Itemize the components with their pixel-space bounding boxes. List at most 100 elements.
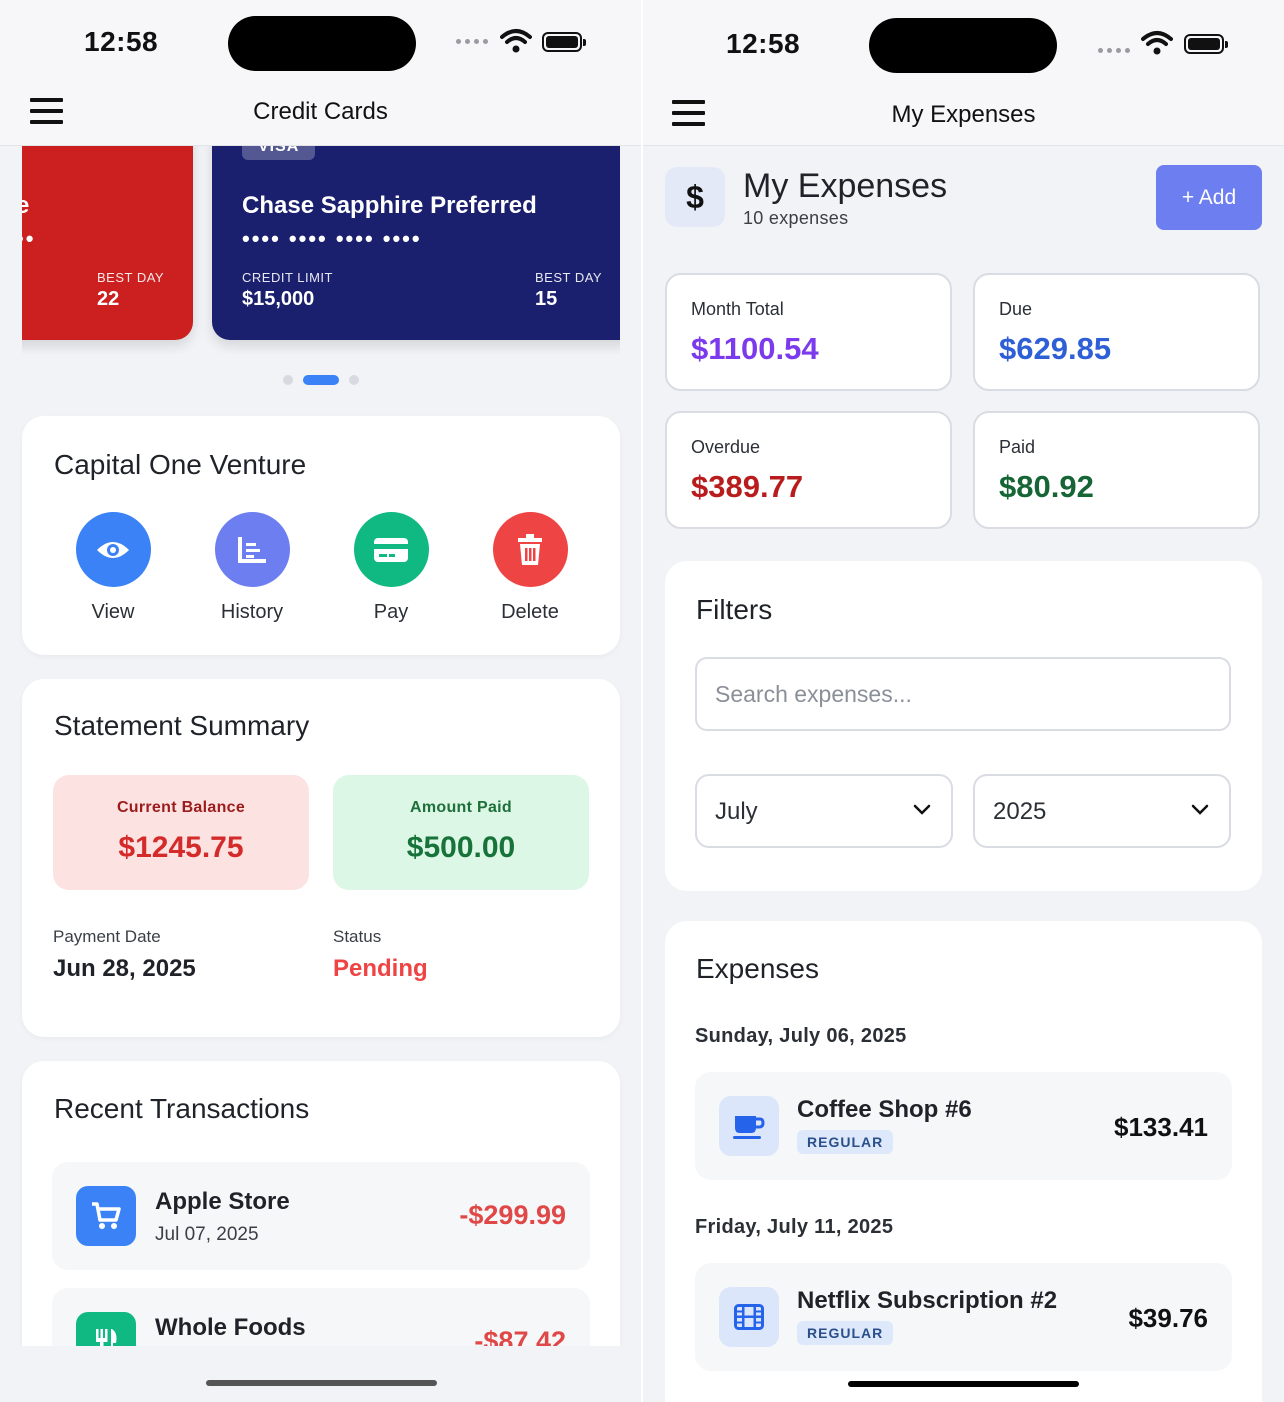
view-button[interactable]: View (53, 512, 173, 624)
expenses-count: 10 expenses (743, 208, 849, 228)
overdue-card: Overdue $389.77 (665, 411, 952, 529)
page-dot[interactable] (349, 375, 359, 385)
history-chart-icon (214, 512, 290, 587)
carousel-page-indicator[interactable] (0, 374, 641, 386)
card-actions-panel: Capital One Venture View History Pay Del… (22, 416, 620, 655)
expense-item[interactable]: Coffee Shop #6 REGULAR $133.41 (695, 1072, 1232, 1180)
expense-name: Coffee Shop #6 (797, 1096, 972, 1123)
add-expense-button[interactable]: + Add (1156, 165, 1262, 230)
dynamic-island (869, 18, 1057, 73)
card-carousel[interactable]: e •• BEST DAY 22 VISA Chase Sapphire Pre… (22, 146, 620, 354)
dollar-icon: $ (665, 167, 725, 227)
best-day-label: BEST DAY (535, 270, 603, 285)
page-dot[interactable] (283, 375, 293, 385)
credit-cards-screen: 12:58 Credit Cards e •• BEST DAY 22 VISA… (0, 0, 641, 1402)
coffee-icon (719, 1096, 779, 1156)
search-placeholder: Search expenses... (715, 681, 912, 707)
year-select[interactable]: 2025 (973, 774, 1231, 848)
best-day-label: BEST DAY (97, 270, 165, 285)
status-time: 12:58 (84, 26, 159, 57)
card-number-mask: •••• •••• •••• •••• (242, 226, 422, 251)
current-balance-label: Current Balance (116, 799, 246, 816)
page-title: Credit Cards (253, 98, 388, 125)
battery-icon (1184, 34, 1228, 54)
home-bar-area (0, 1346, 641, 1402)
current-balance-value: $1245.75 (118, 831, 244, 864)
stat-label: Paid (999, 437, 1036, 457)
month-value: July (715, 798, 758, 825)
home-indicator[interactable] (206, 1380, 437, 1386)
expense-amount: $133.41 (1114, 1112, 1208, 1142)
statement-summary-panel: Statement Summary Current Balance $1245.… (22, 679, 620, 1037)
current-balance-box: Current Balance $1245.75 (53, 775, 309, 890)
home-indicator[interactable] (848, 1381, 1079, 1387)
expense-amount: $39.76 (1128, 1303, 1208, 1333)
pay-label: Pay (373, 601, 409, 623)
signal-icon (456, 39, 492, 45)
delete-button[interactable]: Delete (470, 512, 590, 624)
payment-date-value: Jun 28, 2025 (53, 955, 196, 982)
filters-panel: Filters Search expenses... July 2025 (665, 561, 1262, 891)
expense-item[interactable]: Netflix Subscription #2 REGULAR $39.76 (695, 1263, 1232, 1371)
my-expenses-screen: 12:58 My Expenses $ My Expenses 10 expen… (643, 0, 1284, 1402)
day-header: Sunday, July 06, 2025 (695, 1025, 907, 1047)
stat-label: Overdue (691, 437, 761, 457)
nav-bar: My Expenses (643, 80, 1284, 146)
expenses-panel: Expenses Sunday, July 06, 2025 Coffee Sh… (665, 921, 1262, 1402)
credit-limit-label: CREDIT LIMIT (242, 270, 333, 285)
stat-value: $389.77 (691, 469, 804, 504)
page-dot-active[interactable] (303, 375, 339, 385)
chevron-down-icon (1191, 804, 1209, 815)
transaction-row[interactable]: Apple Store Jul 07, 2025 -$299.99 (52, 1162, 590, 1270)
chevron-down-icon (913, 804, 931, 815)
pay-button[interactable]: Pay (331, 512, 451, 624)
card-network-badge: VISA (242, 146, 316, 160)
wifi-icon (1141, 31, 1173, 55)
transaction-date: Jul 07, 2025 (155, 1224, 259, 1245)
best-day-value: 22 (97, 288, 120, 310)
battery-icon (542, 32, 586, 52)
cart-icon (76, 1186, 136, 1246)
stat-label: Month Total (691, 299, 784, 319)
view-label: View (91, 601, 135, 623)
expenses-list-title: Expenses (696, 953, 819, 984)
search-input[interactable]: Search expenses... (695, 657, 1231, 731)
year-value: 2025 (993, 798, 1047, 825)
best-day-value: 15 (535, 288, 558, 310)
stat-label: Due (999, 299, 1033, 319)
status-value: Pending (333, 955, 428, 982)
expense-type-badge: REGULAR (797, 1130, 894, 1154)
status-bar: 12:58 (0, 0, 641, 80)
filters-title: Filters (696, 594, 773, 625)
stat-value: $1100.54 (691, 331, 819, 366)
payment-date-label: Payment Date (53, 927, 161, 946)
credit-card-red[interactable]: e •• BEST DAY 22 (22, 146, 193, 340)
amount-paid-value: $500.00 (406, 831, 516, 864)
month-total-card: Month Total $1100.54 (665, 273, 952, 391)
status-label: Status (333, 927, 382, 946)
amount-paid-box: Amount Paid $500.00 (333, 775, 589, 890)
month-select[interactable]: July (695, 774, 953, 848)
merchant-name: Whole Foods (155, 1314, 306, 1341)
stat-value: $629.85 (999, 331, 1112, 366)
expense-name: Netflix Subscription #2 (797, 1287, 1058, 1314)
expenses-heading: My Expenses (743, 167, 948, 205)
delete-label: Delete (501, 601, 559, 623)
merchant-name: Apple Store (155, 1188, 290, 1215)
card-name: Chase Sapphire Preferred (242, 192, 537, 219)
statement-title: Statement Summary (54, 710, 310, 741)
status-bar: 12:58 (643, 0, 1284, 80)
trash-icon (492, 512, 568, 587)
due-card: Due $629.85 (973, 273, 1260, 391)
history-button[interactable]: History (192, 512, 312, 624)
card-mask-partial: •• (22, 226, 36, 251)
day-header: Friday, July 11, 2025 (695, 1216, 894, 1238)
transaction-amount: -$299.99 (459, 1200, 566, 1230)
nav-bar: Credit Cards (0, 80, 641, 146)
credit-card-chase[interactable]: VISA Chase Sapphire Preferred •••• •••• … (212, 146, 620, 340)
credit-card-icon (353, 512, 429, 587)
status-time: 12:58 (726, 28, 801, 59)
dynamic-island (228, 16, 416, 71)
stat-value: $80.92 (999, 469, 1094, 504)
eye-icon (75, 512, 151, 587)
